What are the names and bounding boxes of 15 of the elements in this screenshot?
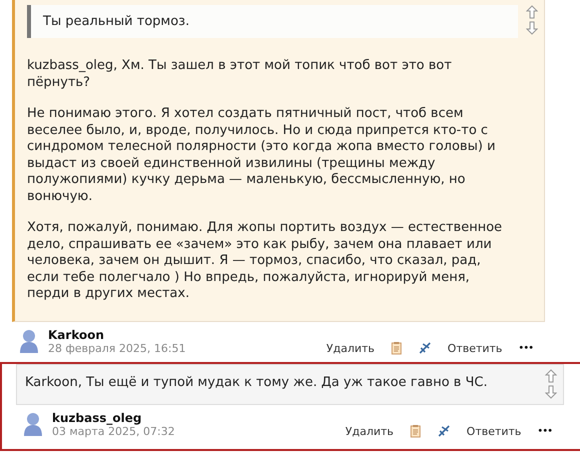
author-link[interactable]: kuzbass_oleg: [52, 410, 252, 424]
comment-date: 03 марта 2025, 07:32: [52, 424, 176, 438]
reply-link[interactable]: Ответить: [466, 424, 522, 438]
comment-paragraph: Не понимаю этого. Я хотел создать пятничный пост, чтоб всем веселее было, и, вроде, получилось. Но и сюда припрется кто-то с синдромом телесной полярности (это когда жопа вместо головы) и выдаст из своей единственной извилины (трещины между полужопиями) кучку дерьма — маленькую, бессмысленную, но вонючую.: [27, 106, 496, 205]
author-link[interactable]: Karkoon: [48, 328, 248, 342]
more-button[interactable]: •••: [518, 342, 533, 354]
comment-paragraph: kuzbass_oleg, Хм. Ты зашел в этот мой топик чтоб вот это вот пёрнуть?: [27, 58, 453, 91]
comment-date: 28 февраля 2025, 16:51: [48, 342, 187, 354]
quote-text: Ты реальный тормоз.: [27, 5, 518, 38]
more-button[interactable]: •••: [537, 426, 552, 436]
delete-link[interactable]: Удалить: [326, 342, 375, 354]
delete-link[interactable]: Удалить: [345, 424, 394, 438]
comment-text: Karkoon, Ты ещё и тупой мудак к тому же. Да уж такое гавно в ЧС.: [25, 374, 488, 392]
reply-link[interactable]: Ответить: [448, 342, 502, 354]
comment-paragraph: Хотя, пожалуй, понимаю. Для жопы портить воздух — естественное дело, спрашивать ее «зачем» это как рыбу, зачем она плавает или человека, зачем он дышит. Я — тормоз, спасибо, что сказал, рад, если тебе полегчало ) Но впредь, пожалуйста, игнорируй меня, перди в других местах.: [27, 220, 504, 302]
